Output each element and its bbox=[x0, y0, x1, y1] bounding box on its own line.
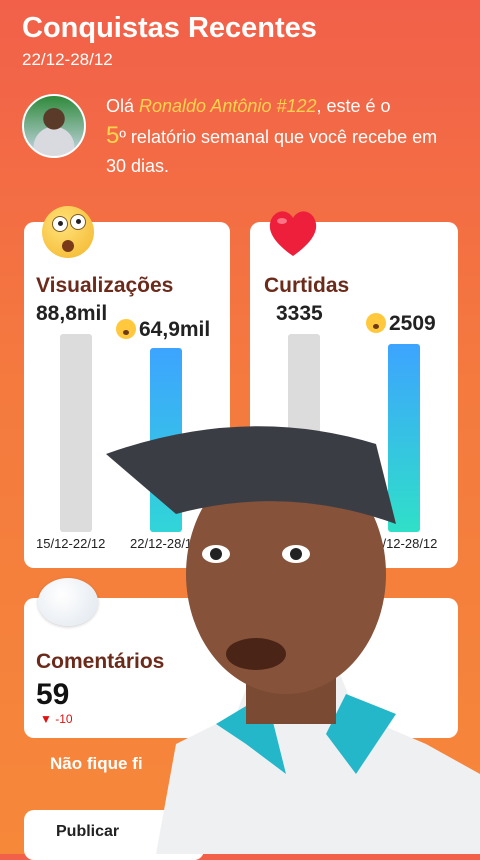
views-prev-value: 88,8mil bbox=[36, 302, 108, 325]
likes-title: Curtidas bbox=[264, 274, 350, 297]
date-range: 22/12-28/12 bbox=[22, 50, 113, 69]
likes-curr-label: 2509 bbox=[389, 312, 436, 335]
comments-delta: ▼ -10 bbox=[40, 712, 73, 726]
likes-curr-value: 2509 bbox=[366, 312, 436, 336]
views-prev-bar bbox=[60, 334, 92, 532]
speech-bubble-icon bbox=[38, 578, 98, 626]
report-number: 5 bbox=[106, 122, 120, 149]
intro-prefix: Olá bbox=[106, 96, 140, 116]
heart-icon bbox=[269, 211, 317, 256]
page-title: Conquistas Recentes bbox=[22, 12, 317, 44]
views-curr-value: 64,9mil bbox=[116, 318, 210, 342]
intro-middle: , este é o bbox=[316, 96, 391, 116]
comments-count: 59 bbox=[36, 678, 70, 711]
down-triangle-icon: ▼ bbox=[40, 712, 52, 726]
views-prev-range: 15/12-22/12 bbox=[36, 536, 106, 551]
dizzy-emoji-icon bbox=[366, 313, 386, 333]
intro-suffix: º relatório semanal que você recebe em 3… bbox=[106, 127, 438, 176]
dizzy-emoji-icon bbox=[116, 319, 136, 339]
views-curr-label: 64,9mil bbox=[139, 318, 211, 341]
person-overlay bbox=[106, 426, 480, 854]
intro-text: Olá Ronaldo Antônio #122, este é o 5º re… bbox=[106, 92, 456, 181]
avatar[interactable] bbox=[22, 94, 86, 158]
likes-prev-value: 3335 bbox=[276, 302, 323, 325]
surprised-emoji-icon bbox=[42, 206, 94, 258]
views-title: Visualizações bbox=[36, 274, 174, 297]
user-name: Ronaldo Antônio #122 bbox=[139, 96, 317, 116]
comments-delta-value: -10 bbox=[55, 712, 73, 726]
